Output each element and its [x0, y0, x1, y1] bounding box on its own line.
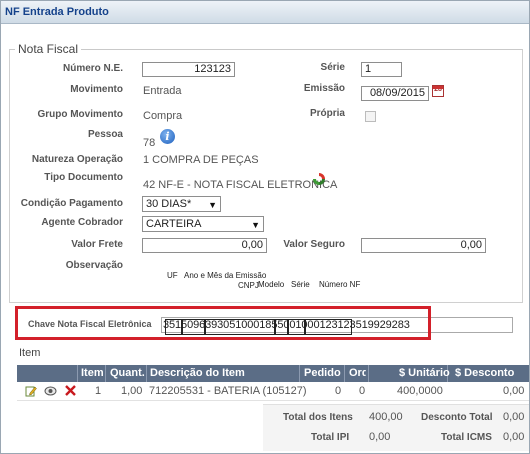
refresh-icon[interactable]	[312, 172, 326, 186]
key-legend-modelo: Modelo	[258, 280, 285, 289]
total-ipi-value: 0,00	[369, 431, 391, 443]
col-header-descricao[interactable]: Descrição do Item	[150, 367, 245, 379]
window-title: NF Entrada Produto	[5, 6, 109, 18]
key-legend-uf: UF	[167, 271, 178, 280]
col-header-pedido[interactable]: Pedido	[304, 367, 341, 379]
total-ipi-label: Total IPI	[311, 432, 350, 443]
table-row[interactable]: 1 1,00 712205531 - BATERIA (105127) 0 0 …	[17, 382, 529, 401]
view-icon[interactable]	[44, 385, 57, 397]
col-header-ord[interactable]: Ord	[349, 367, 366, 379]
agente-value: CARTEIRA	[146, 218, 202, 230]
row-unitario: 400,0000	[397, 385, 443, 397]
seguro-input[interactable]: 0,00	[361, 238, 486, 253]
col-header-quant[interactable]: Quant.	[110, 367, 145, 379]
serie-input[interactable]: 1	[361, 62, 402, 77]
serie-label: Série	[320, 62, 345, 73]
grupo-label: Grupo Movimento	[37, 109, 123, 120]
key-legend-serie: Série	[291, 280, 310, 289]
total-icms-value: 0,00	[503, 431, 525, 443]
items-title: Item	[19, 347, 41, 359]
edit-icon[interactable]	[25, 385, 37, 397]
key-legend-cnpj: CNPJ	[238, 281, 259, 290]
section-title: Nota Fiscal	[15, 42, 82, 56]
agente-label: Agente Cobrador	[41, 217, 123, 228]
delete-icon[interactable]	[65, 385, 76, 396]
tipodoc-value: 42 NF-E - NOTA FISCAL ELETRONICA	[143, 179, 338, 191]
key-legend-ano-mes: Ano e Mês da Emissão	[184, 271, 267, 280]
window-titlebar: NF Entrada Produto	[1, 1, 529, 24]
items-grid-header: Item Quant. Descrição do Item Pedido Ord…	[17, 365, 529, 382]
nf-entrada-window: NF Entrada Produto Nota Fiscal Número N.…	[0, 0, 530, 454]
total-icms-label: Total ICMS	[441, 432, 492, 443]
condpag-select[interactable]: 30 DIAS* ▼	[142, 196, 221, 212]
total-itens-label: Total dos Itens	[283, 412, 353, 423]
emissao-input[interactable]: 08/09/2015	[361, 86, 429, 101]
propria-checkbox[interactable]	[365, 111, 376, 122]
numero-label: Número N.E.	[62, 63, 123, 74]
row-quant: 1,00	[121, 385, 143, 397]
natureza-value: 1 COMPRA DE PEÇAS	[143, 154, 259, 166]
pessoa-label: Pessoa	[87, 129, 123, 140]
total-itens-value: 400,00	[369, 411, 403, 423]
obs-label: Observação	[65, 260, 123, 271]
frete-label: Valor Frete	[71, 239, 123, 250]
frete-input[interactable]: 0,00	[142, 238, 267, 253]
totals-panel: Total dos Itens 400,00 Desconto Total 0,…	[263, 404, 529, 451]
calendar-icon[interactable]: 28	[432, 85, 444, 97]
info-icon[interactable]: i	[160, 129, 175, 144]
tipodoc-label: Tipo Documento	[44, 172, 123, 183]
desconto-total-label: Desconto Total	[421, 412, 493, 423]
row-desconto: 0,00	[503, 385, 525, 397]
pessoa-value: 78	[143, 137, 156, 149]
condpag-label: Condição Pagamento	[20, 198, 123, 209]
row-pedido: 0	[335, 385, 342, 397]
grupo-value: Compra	[143, 110, 183, 122]
numero-input[interactable]: 123123	[142, 62, 235, 77]
propria-label: Própria	[309, 108, 345, 119]
chevron-down-icon: ▼	[251, 220, 260, 230]
chave-highlight-box	[15, 306, 431, 340]
key-legend-numero: Número NF	[319, 280, 361, 289]
row-descricao: 712205531 - BATERIA (105127)	[149, 385, 307, 397]
movimento-value: Entrada	[143, 85, 182, 97]
col-header-item[interactable]: Item	[81, 367, 104, 379]
chevron-down-icon: ▼	[208, 200, 217, 210]
agente-select[interactable]: CARTEIRA ▼	[142, 216, 264, 232]
col-header-unitario[interactable]: $ Unitário	[399, 367, 450, 379]
row-ord: 0	[359, 385, 366, 397]
natureza-label: Natureza Operação	[31, 154, 123, 165]
col-header-desconto[interactable]: $ Desconto	[455, 367, 514, 379]
seguro-label: Valor Seguro	[283, 239, 345, 250]
row-item: 1	[95, 385, 102, 397]
desconto-total-value: 0,00	[503, 411, 525, 423]
condpag-value: 30 DIAS*	[146, 198, 192, 210]
movimento-label: Movimento	[70, 84, 123, 95]
emissao-label: Emissão	[303, 83, 345, 94]
